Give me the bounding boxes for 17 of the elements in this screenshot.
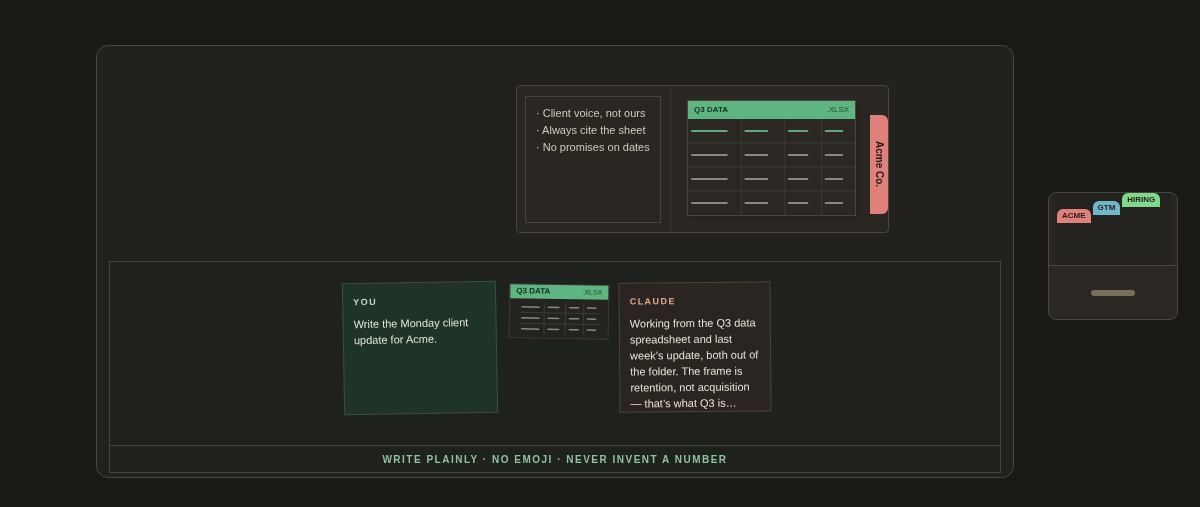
folder-tab-label: Acme Co. bbox=[872, 141, 886, 188]
footer-rules: WRITE PLAINLY · NO EMOJI · NEVER INVENT A NUMBER bbox=[382, 452, 728, 467]
file-extension: .XLSX bbox=[826, 104, 850, 116]
message-text: Write the Monday client update for Acme. bbox=[353, 314, 470, 348]
note-text: · Client voice, not ours bbox=[536, 106, 647, 121]
note-text: · No promises on dates bbox=[536, 140, 651, 155]
sheet-title: Q3 DATA bbox=[694, 104, 729, 116]
drawer-handle bbox=[1091, 289, 1135, 296]
sheet-title: Q3 DATA bbox=[516, 285, 551, 298]
folder-tab[interactable]: ACME bbox=[1057, 209, 1091, 223]
drawer[interactable] bbox=[1049, 265, 1177, 319]
message-text: Working from the Q3 data spreadsheet and last week’s update, both out of the folder. The frame is retention, not acquisition — that’s what Q3 is… bbox=[629, 314, 760, 412]
speaker-label: YOU bbox=[353, 295, 379, 310]
folder-tab[interactable]: HIRING bbox=[1122, 193, 1161, 207]
folder-tab[interactable]: GTM bbox=[1092, 201, 1121, 215]
note-text: · Always cite the sheet bbox=[536, 123, 647, 138]
speaker-label: CLAUDE bbox=[629, 295, 678, 309]
